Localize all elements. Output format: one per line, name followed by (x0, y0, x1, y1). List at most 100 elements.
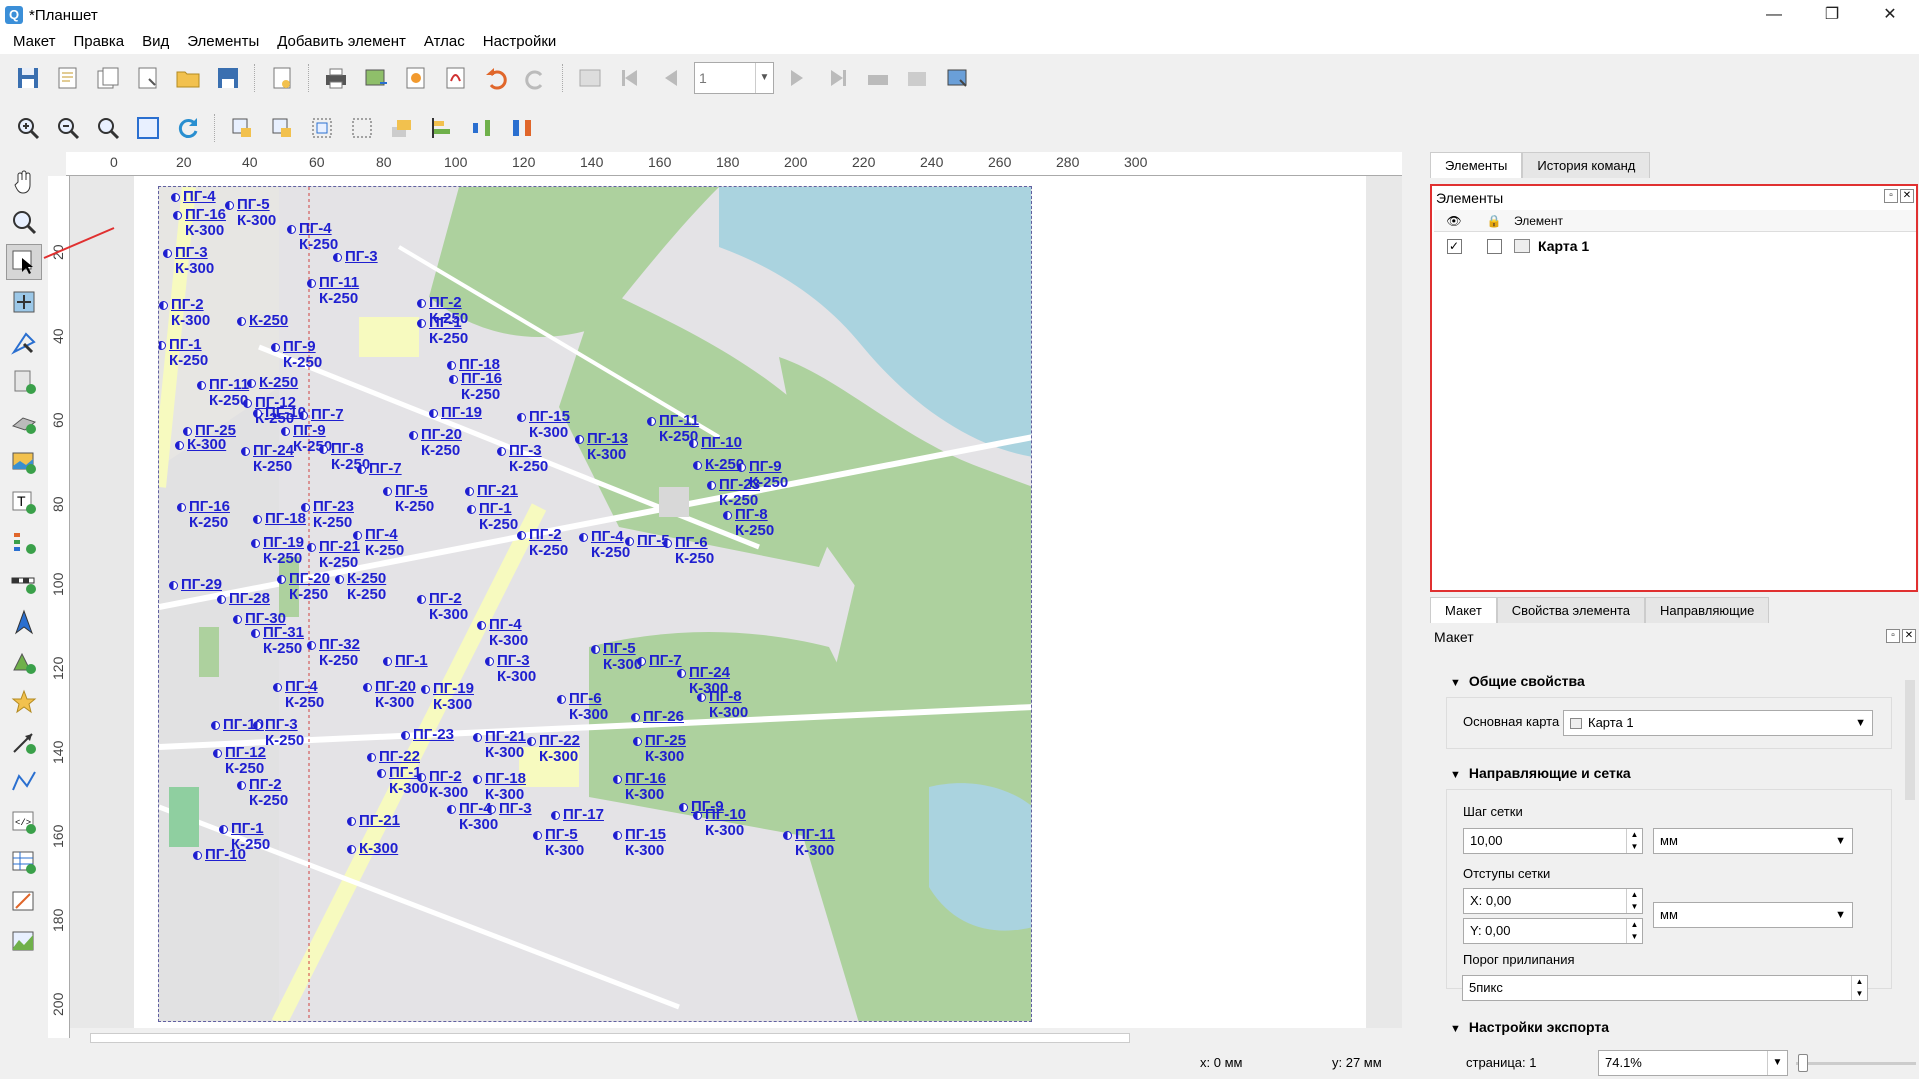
menu-atlas[interactable]: Атлас (415, 30, 474, 54)
add-north-arrow-tool[interactable] (6, 604, 42, 640)
menu-layout[interactable]: Макет (4, 30, 64, 54)
close-panel-icon[interactable]: ✕ (1900, 189, 1914, 203)
menu-settings[interactable]: Настройки (474, 30, 566, 54)
maximize-button[interactable]: ❐ (1803, 0, 1861, 30)
add-label-tool[interactable]: T (6, 484, 42, 520)
offset-unit-select[interactable]: мм ▼ (1653, 902, 1853, 928)
export-pdf-button[interactable] (439, 61, 473, 95)
spin-arrows-icon[interactable]: ▲ ▼ (1851, 976, 1867, 1000)
close-button[interactable]: ✕ (1861, 0, 1919, 30)
close-panel-icon[interactable]: ✕ (1902, 629, 1916, 643)
last-feature-button[interactable] (821, 61, 855, 95)
scrollbar-thumb[interactable] (1905, 680, 1915, 800)
add-polyline-tool[interactable] (6, 764, 42, 800)
add-legend-tool[interactable] (6, 524, 42, 560)
map-item[interactable]: ПГ-4 ПГ-16 К-300 ПГ-5 К-300 ПГ-4 К-250 ПГ-3 К-30… (158, 186, 1032, 1022)
tab-item-properties[interactable]: Свойства элемента (1496, 597, 1646, 623)
menu-view[interactable]: Вид (133, 30, 178, 54)
lock-checkbox[interactable] (1486, 238, 1502, 254)
menu-edit[interactable]: Правка (64, 30, 133, 54)
refresh-button[interactable] (171, 111, 205, 145)
add-3d-map-tool[interactable] (6, 404, 42, 440)
lock-items-button[interactable] (225, 111, 259, 145)
print-atlas-button[interactable] (861, 61, 895, 95)
float-panel-icon[interactable]: ▫ (1886, 629, 1900, 643)
scrollbar-thumb[interactable] (90, 1033, 1130, 1043)
table-row[interactable]: ✓ Карта 1 (1434, 234, 1916, 258)
menu-items[interactable]: Элементы (178, 30, 268, 54)
offset-y-input[interactable]: Y: 0,00 ▲ ▼ (1463, 918, 1643, 944)
first-feature-button[interactable] (613, 61, 647, 95)
add-map-tool[interactable] (6, 444, 42, 480)
add-attribute-table-tool[interactable] (6, 844, 42, 880)
zoom-out-button[interactable] (51, 111, 85, 145)
properties-scrollbar[interactable] (1902, 660, 1918, 1046)
canvas-horizontal-scrollbar[interactable] (70, 1030, 1402, 1046)
new-layout-button[interactable] (51, 61, 85, 95)
atlas-preview-button[interactable] (573, 61, 607, 95)
tab-guides[interactable]: Направляющие (1645, 597, 1770, 623)
align-left-button[interactable] (425, 111, 459, 145)
tab-undo-history[interactable]: История команд (1522, 152, 1651, 178)
ungroup-button[interactable] (345, 111, 379, 145)
spin-arrows-icon[interactable]: ▲ ▼ (1626, 889, 1642, 913)
unlock-items-button[interactable] (265, 111, 299, 145)
minimize-button[interactable]: — (1745, 0, 1803, 30)
move-content-tool[interactable] (6, 284, 42, 320)
section-export[interactable]: Настройки экспорта (1450, 1019, 1609, 1035)
new-report-button[interactable] (265, 61, 299, 95)
previous-feature-button[interactable] (653, 61, 687, 95)
pan-tool[interactable] (6, 164, 42, 200)
next-feature-button[interactable] (781, 61, 815, 95)
add-fixed-table-tool[interactable] (6, 884, 42, 920)
layout-canvas[interactable]: ПГ-4 ПГ-16 К-300 ПГ-5 К-300 ПГ-4 К-250 ПГ-3 К-30… (70, 176, 1402, 1028)
chevron-down-icon[interactable]: ▼ (755, 63, 773, 93)
add-arrow-tool[interactable] (6, 724, 42, 760)
print-button[interactable] (319, 61, 353, 95)
spin-arrows-icon[interactable]: ▲ ▼ (1626, 829, 1642, 853)
redo-button[interactable] (519, 61, 553, 95)
add-html-tool[interactable]: </> (6, 804, 42, 840)
main-map-select[interactable]: Карта 1 ▼ (1563, 710, 1873, 736)
section-guides-grid[interactable]: Направляющие и сетка (1450, 765, 1631, 781)
atlas-settings-button[interactable] (941, 61, 975, 95)
add-page-tool[interactable] (6, 364, 42, 400)
resize-button[interactable] (505, 111, 539, 145)
duplicate-layout-button[interactable] (91, 61, 125, 95)
zoom-full-button[interactable] (131, 111, 165, 145)
atlas-page-spinbox[interactable]: 1 ▼ (694, 62, 774, 94)
zoom-combobox[interactable]: 74.1% ▼ (1598, 1050, 1788, 1076)
zoom-actual-button[interactable] (91, 111, 125, 145)
spin-arrows-icon[interactable]: ▲ ▼ (1626, 919, 1642, 943)
add-elevation-profile-tool[interactable] (6, 924, 42, 960)
layout-manager-button[interactable] (131, 61, 165, 95)
open-template-button[interactable] (171, 61, 205, 95)
offset-x-input[interactable]: X: 0,00 ▲ ▼ (1463, 888, 1643, 914)
group-button[interactable] (305, 111, 339, 145)
tab-items[interactable]: Элементы (1430, 152, 1523, 178)
zoom-slider-track[interactable] (1796, 1062, 1916, 1065)
distribute-button[interactable] (465, 111, 499, 145)
zoom-in-button[interactable] (11, 111, 45, 145)
menu-add-item[interactable]: Добавить элемент (268, 30, 415, 54)
export-atlas-button[interactable] (901, 61, 935, 95)
tab-layout[interactable]: Макет (1430, 597, 1497, 623)
save-button[interactable] (11, 61, 45, 95)
save-template-button[interactable] (211, 61, 245, 95)
grid-step-input[interactable]: 10,00 ▲ ▼ (1463, 828, 1643, 854)
snap-tolerance-input[interactable]: 5пикс ▲ ▼ (1462, 975, 1868, 1001)
raise-button[interactable] (385, 111, 419, 145)
grid-unit-select[interactable]: мм ▼ (1653, 828, 1853, 854)
add-shape-tool[interactable] (6, 644, 42, 680)
float-panel-icon[interactable]: ▫ (1884, 189, 1898, 203)
add-marker-tool[interactable] (6, 684, 42, 720)
export-svg-button[interactable] (399, 61, 433, 95)
section-general[interactable]: Общие свойства (1450, 673, 1585, 689)
zoom-slider-handle[interactable] (1798, 1054, 1808, 1072)
visibility-checkbox[interactable]: ✓ (1446, 238, 1462, 254)
canvas-vertical-scrollbar[interactable] (1402, 176, 1418, 1038)
edit-nodes-tool[interactable] (6, 324, 42, 360)
export-image-button[interactable] (359, 61, 393, 95)
undo-button[interactable] (479, 61, 513, 95)
add-scalebar-tool[interactable] (6, 564, 42, 600)
